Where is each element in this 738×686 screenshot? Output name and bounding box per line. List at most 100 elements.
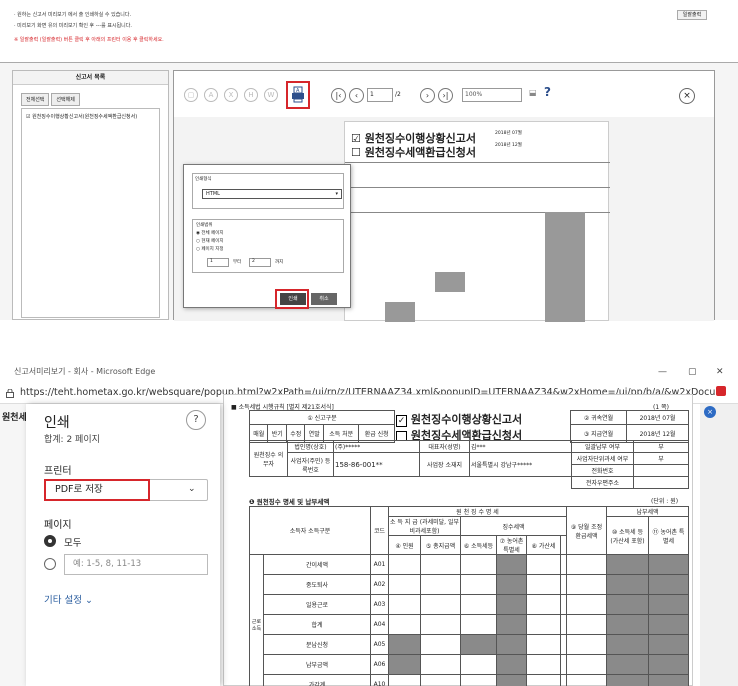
col-add: ⑧ 가산세 — [526, 535, 561, 555]
col-people: ④ 인원 — [388, 535, 421, 555]
row-name: 납부금액 — [263, 654, 371, 675]
mini-gray-cells — [545, 212, 585, 322]
addr-label: 사업장 소재지 — [419, 452, 470, 477]
zoom-select[interactable]: 100% — [462, 88, 522, 102]
row-code: A10 — [370, 674, 389, 686]
report-list-title: 신고서 목록 — [13, 71, 168, 85]
addr-value: 서울특별시 강남구***** — [469, 452, 572, 477]
row-name: 일용근로 — [263, 594, 371, 615]
deselect-button[interactable]: 선택해제 — [51, 93, 80, 106]
page-total: /2 — [395, 91, 401, 98]
print-page-count: 합계: 2 페이지 — [44, 435, 100, 445]
printer-icon[interactable]: A — [291, 86, 305, 104]
edge-extension-icon[interactable] — [716, 386, 726, 396]
col-detail: 원 천 징 수 명 세 — [388, 506, 567, 517]
chevron-down-icon: ⌄ — [188, 484, 196, 494]
report-tree: ☑ 원천징수이행상황신고서(원천징수세액환급신청서) — [21, 108, 160, 318]
background-label: 원천세 — [2, 413, 27, 423]
col-adjust: ⑨ 당월 조정 환급세액 — [566, 506, 607, 555]
pages-all-radio[interactable] — [44, 535, 56, 547]
table-row: 중도퇴사 A02 — [250, 574, 689, 595]
group-label: 근로 소득 — [249, 554, 264, 686]
checkbox-icon[interactable]: ☑ — [26, 114, 30, 120]
phone-label: 전화번호 — [571, 464, 634, 477]
close-badge-icon[interactable]: × — [704, 406, 716, 418]
pages-input[interactable]: 예: 1-5, 8, 11-13 — [64, 554, 208, 575]
help-button[interactable]: ? — [186, 410, 206, 430]
window-title: 신고서미리보기 - 회사 - Microsoft Edge — [14, 367, 156, 376]
maximize-icon[interactable]: ▢ — [688, 362, 697, 382]
window-titlebar: 신고서미리보기 - 회사 - Microsoft Edge — ▢ ✕ — [0, 362, 738, 382]
first-page-icon[interactable]: |‹ — [331, 88, 346, 103]
mini-year: 2018년 07월 — [495, 131, 522, 136]
range-to-label: 까지 — [275, 260, 284, 265]
row-code: A05 — [370, 634, 389, 655]
range-to-input[interactable]: 2 — [249, 258, 271, 267]
chevron-down-icon: ⌄ — [85, 595, 93, 606]
row-name: 합계 — [263, 614, 371, 635]
range-from-input[interactable]: 1 — [207, 258, 229, 267]
section-title: ❶ 원천징수 명세 및 납부세액 — [249, 498, 330, 506]
table-row: 일용근로 A03 — [250, 594, 689, 615]
fit-icon[interactable]: ⬓ — [529, 88, 537, 97]
edge-window: 신고서미리보기 - 회사 - Microsoft Edge — ▢ ✕ http… — [0, 362, 738, 686]
col-income: 소득자 소득구분 — [249, 506, 371, 555]
print-all-button[interactable]: 일괄출력 — [677, 10, 707, 20]
table-row: 가감계 A10 — [250, 674, 689, 686]
col-pay-tax: 납부세액 — [606, 506, 689, 517]
corp-name: (주)***** — [333, 440, 420, 453]
more-settings-link[interactable]: 기타 설정 ⌄ — [44, 592, 93, 606]
range-all[interactable]: ◉ 전체 페이지 — [196, 230, 224, 236]
help-icon[interactable]: ? — [544, 85, 551, 99]
unit-label: 사업자단위과세 여부 — [571, 452, 634, 465]
word-icon[interactable]: W — [264, 88, 278, 102]
table-row: 분납신청 A05 — [250, 634, 689, 655]
doc-titles: ✓ 원천징수이행상황신고서 원천징수세액환급신청서 — [396, 412, 523, 442]
notice-line-1: · 원하는 신고서 미리보기 에서 출 인쇄하실 수 있습니다. — [14, 12, 132, 18]
pages-all-label: 모두 — [64, 538, 82, 549]
row-code: A01 — [370, 554, 389, 575]
print-cancel-button[interactable]: 취소 — [311, 293, 337, 305]
last-page-icon[interactable]: ›| — [438, 88, 453, 103]
page-number-input[interactable]: 1 — [367, 88, 393, 102]
minimize-icon[interactable]: — — [658, 362, 667, 382]
agent-table: 원천징수 의무자 법인명(상호) (주)***** 대표자(성명) 김*** 일… — [249, 440, 689, 489]
col-tax: 징수세액 — [460, 516, 567, 536]
viewer-document-area: ☑ 원천징수이행상황신고서 ☐ 원천징수세액환급신청서 2018년 07월 20… — [174, 117, 714, 322]
select-all-button[interactable]: 전체선택 — [21, 93, 50, 106]
reg-label: 사업자(주민) 등록번호 — [287, 452, 334, 477]
row-code: A03 — [370, 594, 389, 615]
col-pay: 소 득 지 급 (과세미달, 일부 비과세포함) — [388, 516, 461, 536]
row-code: A02 — [370, 574, 389, 595]
check-icon: ✓ — [396, 414, 407, 427]
print-title: 인쇄 — [44, 415, 70, 431]
pdf-icon[interactable]: A — [204, 88, 218, 102]
print-ok-button[interactable]: 인쇄 — [280, 293, 306, 305]
report-item[interactable]: 원천징수이행상황신고서(원천징수세액환급신청서) — [32, 114, 137, 120]
table-row: 합계 A04 — [250, 614, 689, 635]
mini-document: ☑ 원천징수이행상황신고서 ☐ 원천징수세액환급신청서 2018년 07월 20… — [344, 121, 610, 322]
attr-year: 2018년 07월 — [626, 410, 689, 425]
viewer-toolbar: ▢ A X H W A |‹ ‹ 1 /2 › ›| 100% ⬓ ? × — [174, 71, 714, 117]
hwp-icon[interactable]: H — [244, 88, 258, 102]
prev-page-icon[interactable]: ‹ — [349, 88, 364, 103]
unit-value: 부 — [633, 452, 689, 465]
detail-table: 소득자 소득구분 코드 원 천 징 수 명 세 ⑨ 당월 조정 환급세액 납부세… — [249, 506, 689, 686]
save-icon[interactable]: ▢ — [184, 88, 198, 102]
range-custom[interactable]: ○ 페이지 지정 — [196, 246, 224, 252]
table-row: 근로 소득 간이세액 A01 — [249, 554, 689, 686]
background-page-right — [700, 404, 738, 686]
reg-value: 158-86-001** — [333, 452, 420, 477]
range-label: 인쇄범위 — [196, 223, 213, 228]
next-page-icon[interactable]: › — [420, 88, 435, 103]
window-close-icon[interactable]: ✕ — [716, 362, 724, 382]
col-total: ⑤ 총지급액 — [420, 535, 461, 555]
excel-icon[interactable]: X — [224, 88, 238, 102]
pages-custom-radio[interactable] — [44, 558, 56, 570]
close-icon[interactable]: × — [679, 88, 695, 104]
range-current[interactable]: ○ 현재 페이지 — [196, 238, 224, 244]
row-name: 분납신청 — [263, 634, 371, 655]
agent-label: 원천징수 의무자 — [249, 440, 288, 477]
format-select[interactable]: HTML ▾ — [202, 189, 342, 199]
format-label: 인쇄형식 — [195, 177, 212, 182]
